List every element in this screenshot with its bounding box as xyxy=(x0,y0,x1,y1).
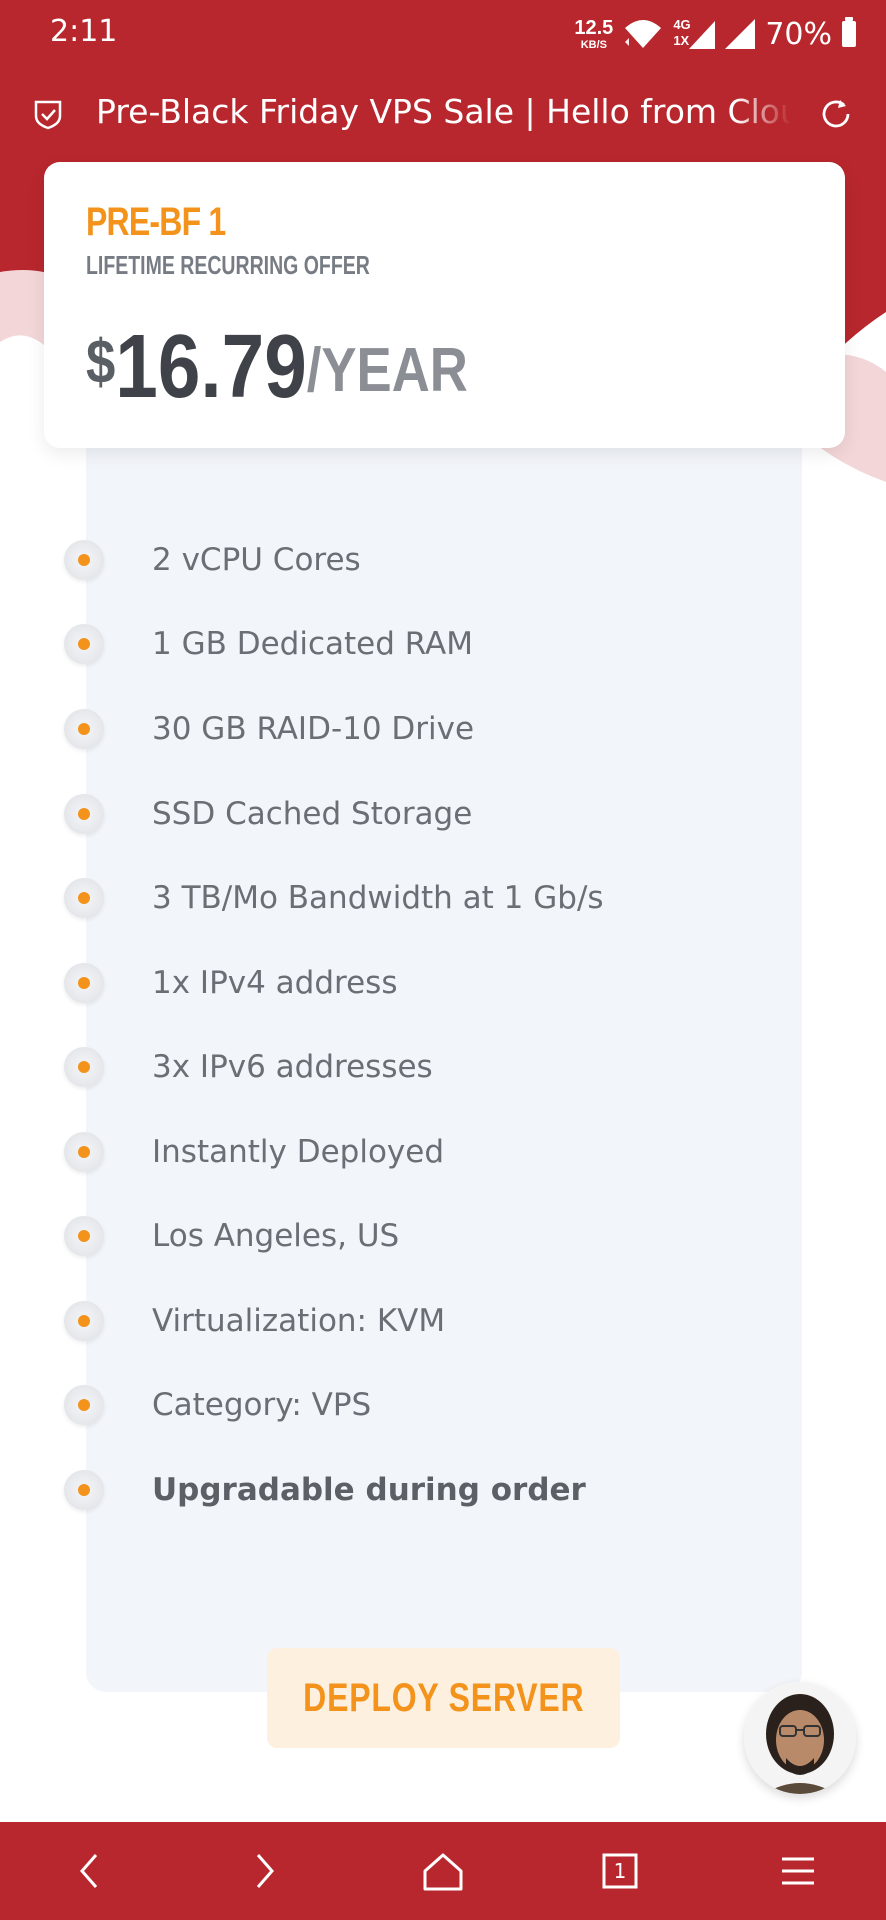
chat-avatar[interactable] xyxy=(744,1682,856,1794)
list-item: 2 vCPU Cores xyxy=(64,538,361,582)
list-item: Virtualization: KVM xyxy=(64,1299,445,1343)
bullet-dot-icon xyxy=(64,794,104,834)
feature-text: 2 vCPU Cores xyxy=(152,542,361,578)
list-item: SSD Cached Storage xyxy=(64,792,472,836)
home-icon xyxy=(423,1853,463,1891)
avatar-portrait xyxy=(744,1682,856,1794)
deploy-server-label: DEPLOY SERVER xyxy=(302,1675,585,1720)
feature-text: 3 TB/Mo Bandwidth at 1 Gb/s xyxy=(152,880,604,916)
bullet-dot-icon xyxy=(64,1047,104,1087)
menu-button[interactable] xyxy=(773,1846,823,1896)
feature-text: Virtualization: KVM xyxy=(152,1303,446,1339)
bottom-navigation: 1 xyxy=(0,1822,886,1920)
bullet-dot-icon xyxy=(64,1132,104,1172)
list-item: 3x IPv6 addresses xyxy=(64,1045,433,1089)
bullet-dot-icon xyxy=(64,1216,104,1256)
tab-count: 1 xyxy=(613,1859,627,1883)
back-button[interactable] xyxy=(64,1846,114,1896)
chevron-left-icon xyxy=(80,1854,98,1888)
menu-icon xyxy=(782,1857,814,1885)
bullet-dot-icon xyxy=(64,1301,104,1341)
bullet-dot-icon xyxy=(64,540,104,580)
bullet-dot-icon xyxy=(64,878,104,918)
bullet-dot-icon xyxy=(64,963,104,1003)
bullet-dot-icon xyxy=(64,709,104,749)
list-item: 1x IPv4 address xyxy=(64,961,397,1005)
list-item: Category: VPS xyxy=(64,1383,371,1427)
home-button[interactable] xyxy=(418,1846,468,1896)
feature-text: 3x IPv6 addresses xyxy=(152,1049,433,1085)
bullet-dot-icon xyxy=(64,1385,104,1425)
list-item: Los Angeles, US xyxy=(64,1214,399,1258)
feature-text: 1 GB Dedicated RAM xyxy=(152,626,473,662)
list-item: Upgradable during order xyxy=(64,1468,586,1512)
list-item: 30 GB RAID-10 Drive xyxy=(64,707,474,751)
feature-text: Instantly Deployed xyxy=(152,1134,445,1170)
bullet-dot-icon xyxy=(64,624,104,664)
feature-text: Los Angeles, US xyxy=(152,1218,400,1254)
feature-text: 30 GB RAID-10 Drive xyxy=(152,711,475,747)
chevron-right-icon xyxy=(256,1854,274,1888)
feature-text: 1x IPv4 address xyxy=(152,965,398,1001)
feature-text: SSD Cached Storage xyxy=(152,796,473,832)
bullet-dot-icon xyxy=(64,1470,104,1510)
list-item: 3 TB/Mo Bandwidth at 1 Gb/s xyxy=(64,876,604,920)
feature-list: 2 vCPU Cores 1 GB Dedicated RAM 30 GB RA… xyxy=(0,0,886,1600)
deploy-server-button[interactable]: DEPLOY SERVER xyxy=(267,1648,620,1748)
list-item: Instantly Deployed xyxy=(64,1130,444,1174)
feature-text-upgradable: Upgradable during order xyxy=(152,1472,586,1508)
tabs-button[interactable]: 1 xyxy=(595,1846,645,1896)
feature-text: Category: VPS xyxy=(152,1387,372,1423)
forward-button[interactable] xyxy=(240,1846,290,1896)
list-item: 1 GB Dedicated RAM xyxy=(64,622,473,666)
